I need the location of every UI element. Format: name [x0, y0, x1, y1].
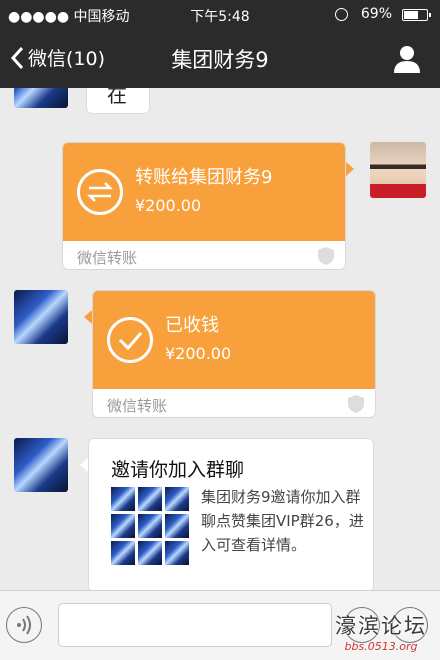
group-avatar-grid: [111, 487, 189, 565]
shield-icon: [318, 247, 334, 265]
message-input[interactable]: [58, 603, 332, 647]
member-avatar: [138, 514, 162, 538]
person-icon[interactable]: [392, 44, 422, 74]
transfer-card-header: 转账给集团财务9 ¥200.00: [63, 143, 345, 241]
received-amount: ¥200.00: [165, 344, 232, 363]
battery-percent: 69%: [360, 6, 392, 22]
message-bubble[interactable]: 在: [86, 88, 150, 114]
status-bar: ●●●●● 中国移动 下午5:48 69%: [0, 0, 440, 30]
watermark-title: 濠滨论坛: [335, 614, 427, 638]
invite-title: 邀请你加入群聊: [111, 459, 245, 481]
transfer-footer-label: 微信转账: [77, 249, 138, 267]
transfer-title: 转账给集团财务9: [135, 167, 273, 188]
nav-bar: 微信(10) 集团财务9: [0, 30, 440, 88]
contact-avatar[interactable]: [14, 438, 68, 492]
received-card[interactable]: 已收钱 ¥200.00 微信转账: [92, 290, 376, 418]
member-avatar: [111, 514, 135, 538]
contact-avatar[interactable]: [14, 290, 68, 344]
group-invite-card[interactable]: 邀请你加入群聊 集团财务9邀请你加入群聊点赞集团VIP群26，进入可查看详情。: [88, 438, 374, 590]
transfer-amount: ¥200.00: [135, 196, 202, 215]
transfer-card[interactable]: 转账给集团财务9 ¥200.00 微信转账: [62, 142, 346, 270]
bubble-tail: [84, 310, 92, 324]
member-avatar: [165, 541, 189, 565]
member-avatar: [138, 541, 162, 565]
checkmark-icon: [107, 317, 153, 363]
chat-title: 集团财务9: [171, 48, 269, 72]
battery-fill: [404, 11, 418, 19]
member-avatar: [165, 514, 189, 538]
invite-description: 集团财务9邀请你加入群聊点赞集团VIP群26，进入可查看详情。: [201, 488, 364, 554]
member-avatar: [111, 487, 135, 511]
watermark-url: bbs.0513.org: [344, 640, 418, 653]
message-text: 在: [107, 88, 127, 107]
member-avatar: [138, 487, 162, 511]
my-avatar[interactable]: [370, 142, 426, 198]
contact-avatar[interactable]: [14, 88, 68, 108]
transfer-footer: 微信转账: [63, 241, 345, 269]
bubble-tail: [80, 458, 88, 472]
member-avatar: [111, 541, 135, 565]
member-avatar: [165, 487, 189, 511]
voice-icon: [17, 615, 31, 635]
voice-button[interactable]: [6, 607, 42, 643]
transfer-arrows-icon: [77, 169, 123, 215]
forum-watermark: 濠滨论坛 bbs.0513.org: [322, 610, 440, 660]
shield-icon: [348, 395, 364, 413]
received-card-header: 已收钱 ¥200.00: [93, 291, 375, 389]
bubble-tail: [346, 162, 354, 176]
received-footer: 微信转账: [93, 389, 375, 417]
received-title: 已收钱: [165, 315, 219, 336]
chat-area[interactable]: 在 转账给集团财务9 ¥200.00 微信转账 已收钱 ¥200.00 微信转账…: [0, 88, 440, 590]
received-footer-label: 微信转账: [107, 397, 168, 415]
rotation-lock-icon: [335, 8, 348, 21]
battery-icon: [402, 9, 431, 21]
